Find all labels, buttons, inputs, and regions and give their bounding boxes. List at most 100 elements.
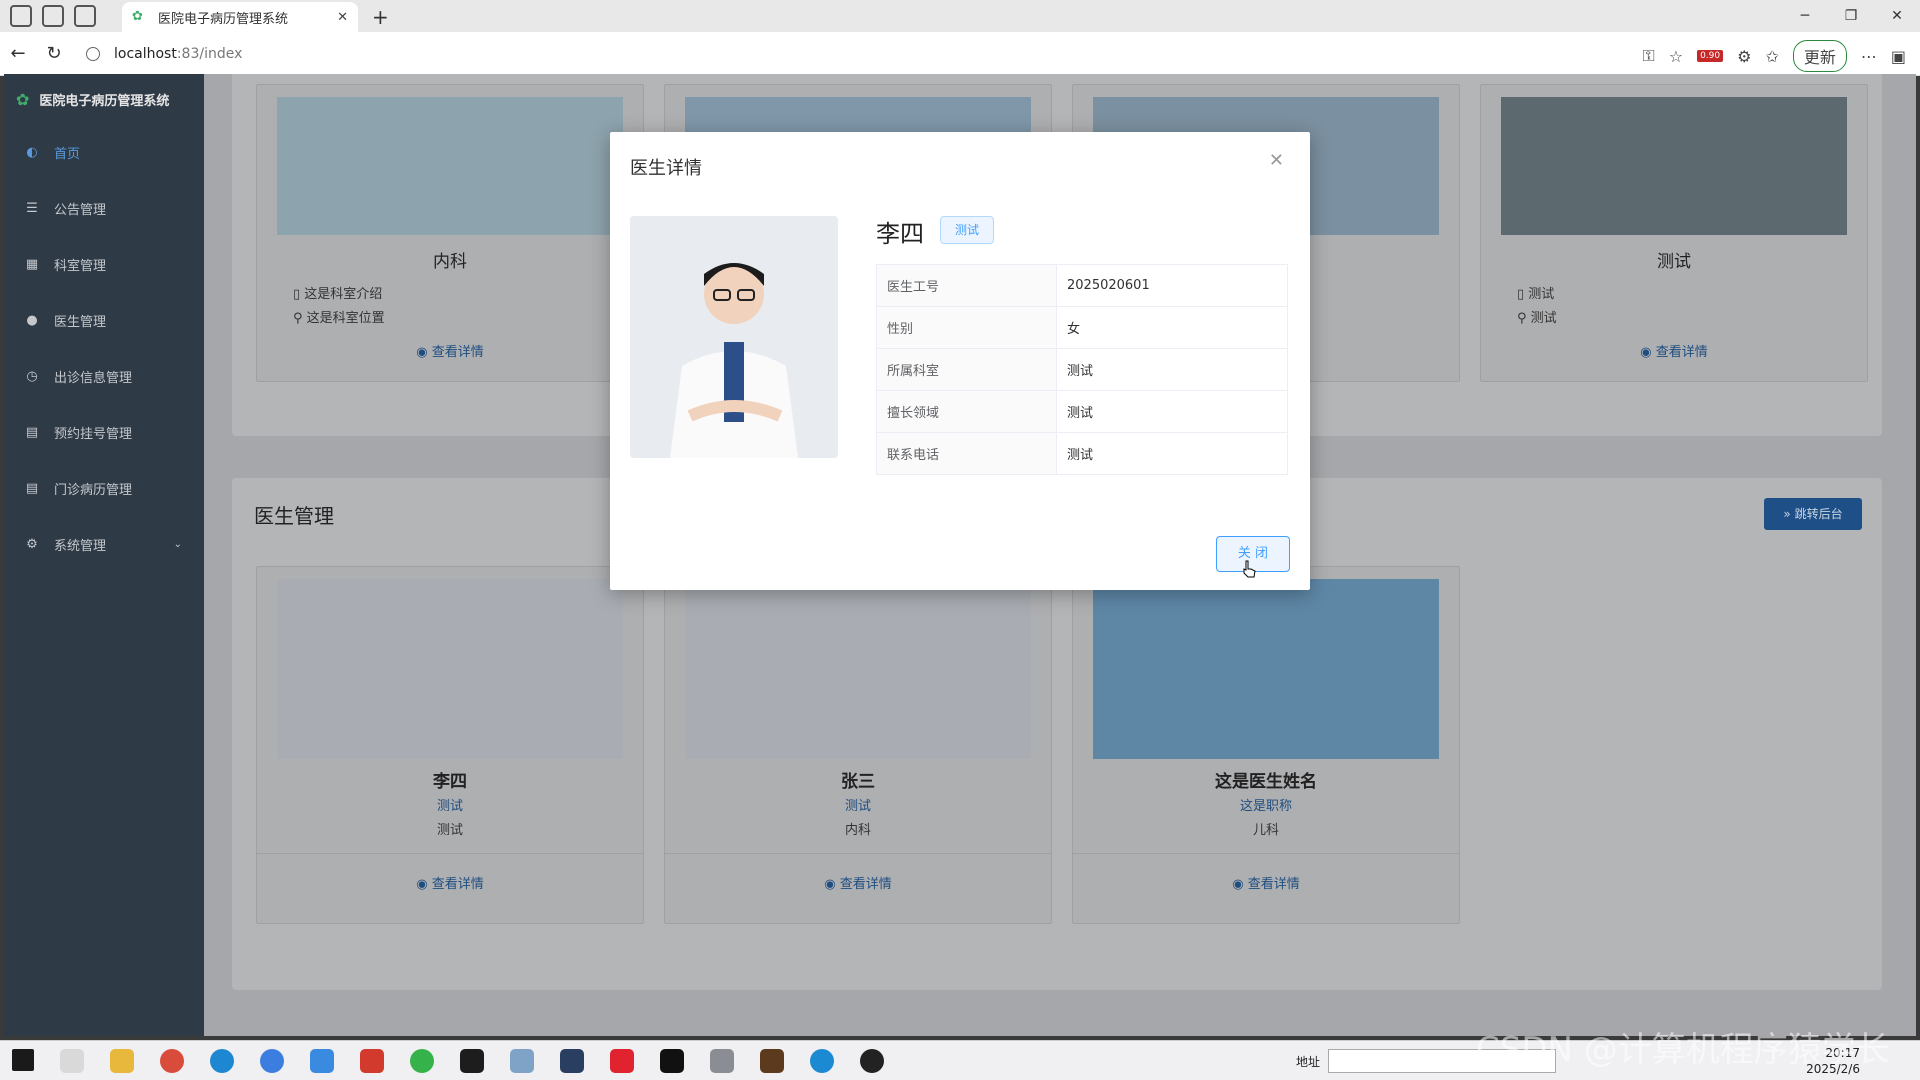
sidebar-item-label: 预约挂号管理 [54,426,133,442]
view-detail-link[interactable]: ◉ 查看详情 [665,873,1051,892]
app-icon[interactable] [560,1049,584,1073]
url-host: localhost [114,45,177,62]
department-name: 测试 [1657,252,1691,272]
table-row: 性别女 [876,306,1288,349]
leaf-logo-icon: ✿ [16,89,30,109]
extensions-icon[interactable]: ⚙ [1737,47,1751,66]
star-icon[interactable]: ☆ [1669,47,1683,66]
table-row: 联系电话 测试 [876,432,1288,475]
user-icon: ● [26,312,38,328]
chevron-down-icon: ⌄ [173,538,182,550]
view-detail-link[interactable]: ◉ 查看详情 [1073,873,1459,892]
eye-icon: ◉ [824,877,840,892]
back-icon[interactable]: ← [0,43,36,64]
update-button[interactable]: 更新 [1792,40,1847,72]
document-icon: ▤ [25,424,39,440]
field-value: 测试 [1056,390,1288,433]
dashboard-icon: ◐ [26,144,38,160]
info-icon[interactable] [86,46,100,61]
tab-title: 医院电子病历管理系统 [158,11,289,27]
edge-icon[interactable] [210,1049,234,1073]
sidebar-item-system[interactable]: ⚙ 系统管理 ⌄ [4,516,204,572]
key-icon[interactable]: ⚿ [1643,46,1655,66]
sidebar-item-label: 首页 [54,146,81,162]
edge-icon[interactable] [810,1049,834,1073]
field-label: 性别 [876,306,1057,349]
doctor-department: 儿科 [1252,823,1279,838]
capcut-icon[interactable] [660,1049,684,1073]
sidebar-item-records[interactable]: ▤ 门诊病历管理 [4,460,204,516]
view-detail-link[interactable]: ◉ 查看详情 [257,873,643,892]
sidebar-item-schedules[interactable]: ◷ 出诊信息管理 [4,348,204,404]
doctor-title: 测试 [844,799,871,814]
youdao-icon[interactable] [610,1049,634,1073]
eye-icon: ◉ [416,877,432,892]
wechat-icon[interactable] [410,1049,434,1073]
image-viewer-icon[interactable] [710,1049,734,1073]
window-controls: ─ ❐ ✕ [1782,0,1920,32]
doctor-photo [1093,579,1439,759]
browser-tab-strip: ✿ 医院电子病历管理系统 ✕ + ─ ❐ ✕ [0,0,1920,32]
url-field[interactable]: localhost:83/index [86,46,242,62]
windows-start-icon[interactable] [12,1049,34,1071]
field-label: 擅长领域 [876,390,1057,433]
task-view-icon[interactable] [60,1049,84,1073]
doctor-info-table: 医生工号 2025020601 性别女 所属科室 测试 擅长领域 测试 联系电话 测试 [876,264,1288,475]
sidebar-item-doctors[interactable]: ● 医生管理 [4,292,204,348]
doctor-name: 李四 [433,772,467,792]
profile-icon[interactable] [10,5,32,27]
sidebar-item-home[interactable]: ◐ 首页 [4,124,204,180]
extension-badge[interactable]: 0.90 [1697,50,1724,62]
department-location: ⚲ 测试 [1517,311,1557,326]
department-card: 测试 ▯ 测试 ⚲ 测试 ◉ 查看详情 [1480,84,1868,382]
browser-tab[interactable]: ✿ 医院电子病历管理系统 ✕ [122,2,358,32]
doctor-photo [630,216,838,458]
package-icon[interactable] [760,1049,784,1073]
doctor-photo [685,579,1031,759]
address-bar: ← ↻ localhost:83/index ⚿ ☆ 0.90 ⚙ ✩ 更新 ⋯… [0,32,1920,76]
address-label: 地址 [1296,1055,1321,1069]
close-tab-icon[interactable]: ✕ [337,10,348,25]
close-icon[interactable]: ✕ [1269,150,1284,171]
close-window-icon[interactable]: ✕ [1874,0,1920,32]
new-tab-icon[interactable]: + [372,5,389,29]
terminal-icon[interactable] [460,1049,484,1073]
doctor-card: 张三 测试 内科 ◉ 查看详情 [664,566,1052,924]
location-pin-icon: ⚲ [1517,311,1531,326]
sidebar-item-notices[interactable]: ☰ 公告管理 [4,180,204,236]
recorder-icon[interactable] [860,1049,884,1073]
app-k-icon[interactable] [260,1049,284,1073]
sidebar-item-label: 出诊信息管理 [54,370,133,386]
more-icon[interactable]: ⋯ [1861,47,1877,66]
sidebar-item-label: 门诊病历管理 [54,482,133,498]
refresh-icon[interactable]: ↻ [36,43,72,64]
divider [665,853,1051,854]
chrome-icon[interactable] [160,1049,184,1073]
notepad-icon[interactable] [510,1049,534,1073]
field-label: 医生工号 [876,264,1057,307]
hand-cursor-icon [1243,560,1256,578]
divider [257,853,643,854]
sidebar-item-departments[interactable]: ▦ 科室管理 [4,236,204,292]
section-title: 医生管理 [254,504,334,528]
field-value: 测试 [1056,348,1288,391]
doctor-department: 测试 [436,823,463,838]
jump-backend-button[interactable]: » 跳转后台 [1764,498,1862,530]
file-explorer-icon[interactable] [110,1049,134,1073]
view-detail-link[interactable]: ◉ 查看详情 [257,341,643,360]
feishu-icon[interactable] [310,1049,334,1073]
field-label: 联系电话 [876,432,1057,475]
sidebar-toggle-icon[interactable]: ▣ [1891,47,1906,66]
grid-icon: ▦ [25,256,39,272]
tab-actions-icon[interactable] [74,5,96,27]
favorites-icon[interactable]: ✩ [1765,47,1778,66]
minimize-icon[interactable]: ─ [1782,0,1828,32]
restore-icon[interactable]: ❐ [1828,0,1874,32]
field-value: 女 [1056,306,1288,349]
doctor-illustration [630,216,838,458]
collections-icon[interactable] [42,5,64,27]
sidebar-item-appointments[interactable]: ▤ 预约挂号管理 [4,404,204,460]
view-detail-link[interactable]: ◉ 查看详情 [1481,341,1867,360]
wps-icon[interactable] [360,1049,384,1073]
doctor-name: 这是医生姓名 [1215,772,1317,792]
